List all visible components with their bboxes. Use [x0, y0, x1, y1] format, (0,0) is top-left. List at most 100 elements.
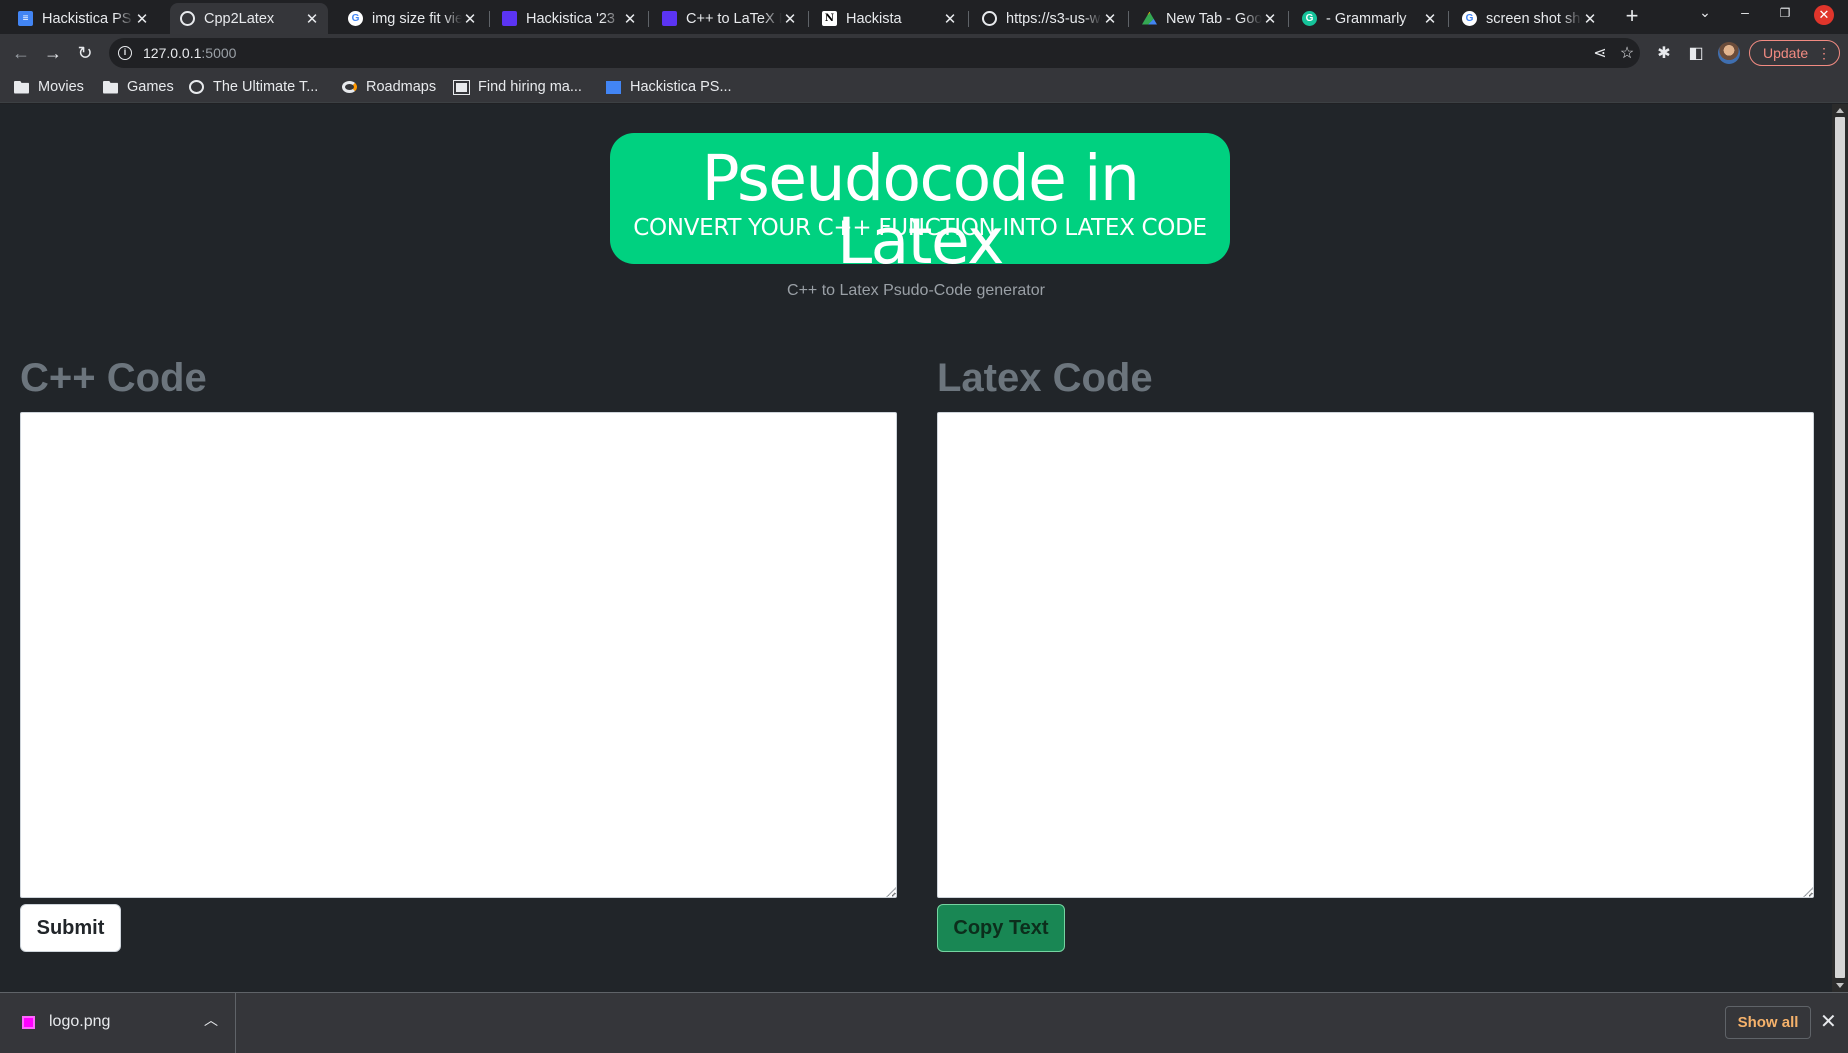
bookmark-label: Games — [127, 79, 174, 95]
extensions-icon[interactable]: ✱ — [1654, 43, 1674, 63]
menu-dots-icon[interactable]: ⋮ — [1817, 41, 1831, 65]
tab-title: Hackista — [846, 10, 902, 27]
bookmark-games[interactable]: Games — [103, 77, 174, 97]
globe-icon — [189, 80, 204, 94]
close-icon[interactable]: ✕ — [1820, 1009, 1837, 1034]
tab-close-icon[interactable]: ✕ — [1102, 10, 1118, 28]
tab-close-icon[interactable]: ✕ — [622, 10, 638, 28]
restore-icon[interactable]: ❐ — [1773, 6, 1797, 20]
tab-s3-url[interactable]: https://s3-us-west ✕ — [972, 3, 1126, 34]
bookmarks-bar: Movies Games The Ultimate T... Roadmaps … — [0, 72, 1848, 103]
tab-hackistica-ps[interactable]: ≡ Hackistica PS Ideas ✕ — [8, 3, 158, 34]
tab-close-icon[interactable]: ✕ — [942, 10, 958, 28]
tab-close-icon[interactable]: ✕ — [304, 10, 320, 28]
download-item[interactable]: logo.png ︿ — [0, 993, 236, 1053]
docs-icon: ≡ — [18, 11, 33, 26]
cpp-code-input[interactable] — [20, 412, 897, 898]
back-icon[interactable]: ← — [9, 41, 33, 65]
tab-google-drive[interactable]: New Tab - Google Drive ✕ — [1132, 3, 1286, 34]
logo-subtitle: CONVERT YOUR C++ FUNCTION INTO LATEX COD… — [633, 215, 1207, 241]
tab-separator — [968, 11, 969, 27]
tab-img-size[interactable]: G img size fit view ✕ — [338, 3, 486, 34]
tab-close-icon[interactable]: ✕ — [1422, 10, 1438, 28]
download-filename: logo.png — [49, 1013, 111, 1030]
tab-cpp2latex[interactable]: Cpp2Latex ✕ — [170, 3, 328, 34]
url-port: :5000 — [201, 45, 237, 61]
tab-title: C++ to LaTeX Pseudocode — [686, 10, 782, 27]
latex-code-output[interactable] — [937, 412, 1814, 898]
scroll-down-icon[interactable] — [1836, 983, 1844, 988]
tab-hackistica-23[interactable]: Hackistica '23 ✕ — [492, 3, 646, 34]
update-button[interactable]: Update ⋮ — [1749, 40, 1840, 66]
tab-close-icon[interactable]: ✕ — [782, 10, 798, 28]
bookmark-label: Roadmaps — [366, 79, 437, 95]
address-bar[interactable]: i 127.0.0.1:5000 ⋖ ☆ — [109, 38, 1640, 68]
hiring-icon — [454, 80, 469, 94]
download-shelf: logo.png ︿ Show all ✕ — [0, 992, 1848, 1053]
drive-icon — [1142, 11, 1157, 25]
tab-separator — [1288, 11, 1289, 27]
folder-icon — [103, 80, 118, 94]
bookmark-hiring[interactable]: Find hiring ma... — [454, 77, 582, 97]
browser-toolbar: ← → ↻ i 127.0.0.1:5000 ⋖ ☆ ✱ ◧ Update ⋮ — [0, 34, 1848, 72]
copy-text-button[interactable]: Copy Text — [937, 904, 1065, 952]
tab-close-icon[interactable]: ✕ — [462, 10, 478, 28]
tab-close-icon[interactable]: ✕ — [134, 10, 150, 28]
tab-grammarly[interactable]: G - Grammarly ✕ — [1292, 3, 1446, 34]
forward-icon[interactable]: → — [41, 41, 65, 65]
tab-title: Hackistica PS Ideas — [42, 10, 134, 27]
tab-separator — [1128, 11, 1129, 27]
bookmark-ultimate[interactable]: The Ultimate T... — [189, 77, 318, 97]
tab-close-icon[interactable]: ✕ — [1262, 10, 1278, 28]
bookmark-label: Find hiring ma... — [478, 79, 582, 95]
tab-cpp-to-latex[interactable]: C++ to LaTeX Pseudocode ✕ — [652, 3, 806, 34]
logo-banner: Pseudocode in Latex CONVERT YOUR C++ FUN… — [610, 133, 1230, 273]
reload-icon[interactable]: ↻ — [73, 41, 97, 65]
cpp-code-heading: C++ Code — [20, 356, 207, 400]
folder-icon — [14, 80, 29, 94]
tab-title: Hackistica '23 — [526, 10, 615, 27]
grammarly-icon: G — [1302, 11, 1317, 26]
scrollbar-thumb[interactable] — [1835, 117, 1845, 978]
tab-title: Cpp2Latex — [204, 10, 275, 27]
google-icon: G — [1462, 11, 1477, 26]
tab-close-icon[interactable]: ✕ — [1582, 10, 1598, 28]
docs-icon — [606, 80, 621, 94]
tab-separator — [1448, 11, 1449, 27]
bookmark-roadmaps[interactable]: Roadmaps — [342, 77, 436, 97]
tab-screenshot[interactable]: G screen shot shortcut ✕ — [1452, 3, 1606, 34]
devfolio-icon — [662, 11, 677, 26]
image-file-icon — [22, 1016, 35, 1029]
chevron-up-icon[interactable]: ︿ — [204, 1010, 218, 1030]
bookmark-label: Movies — [38, 79, 84, 95]
url-host: 127.0.0.1 — [143, 45, 202, 61]
tab-title: screen shot shortcut — [1486, 10, 1582, 27]
logo-title: Pseudocode in Latex — [701, 142, 1140, 278]
tab-hackista[interactable]: N Hackista ✕ — [812, 3, 966, 34]
show-all-button[interactable]: Show all — [1725, 1006, 1811, 1039]
side-panel-icon[interactable]: ◧ — [1686, 43, 1706, 63]
tab-title: New Tab - Google Drive — [1166, 10, 1262, 27]
globe-icon — [982, 11, 997, 26]
bookmark-hackistica-ps[interactable]: Hackistica PS... — [606, 77, 732, 97]
devfolio-icon — [502, 11, 517, 26]
bookmark-movies[interactable]: Movies — [14, 77, 84, 97]
site-info-icon[interactable]: i — [118, 46, 132, 60]
scroll-up-icon[interactable] — [1836, 108, 1844, 113]
new-tab-button[interactable]: + — [1618, 3, 1646, 29]
tab-search-icon[interactable]: ⌄ — [1693, 4, 1717, 21]
bookmark-star-icon[interactable]: ☆ — [1617, 43, 1637, 63]
tab-title: img size fit view — [372, 10, 462, 27]
minimize-icon[interactable]: – — [1733, 4, 1757, 20]
profile-avatar[interactable] — [1718, 42, 1740, 64]
roadmaps-icon — [342, 81, 357, 93]
tab-strip: ≡ Hackistica PS Ideas ✕ Cpp2Latex ✕ G im… — [0, 0, 1848, 34]
page-scrollbar[interactable] — [1832, 104, 1848, 992]
tab-title: - Grammarly — [1326, 10, 1407, 27]
google-icon: G — [348, 11, 363, 26]
submit-button[interactable]: Submit — [20, 904, 121, 952]
close-window-icon[interactable]: ✕ — [1814, 5, 1834, 25]
share-icon[interactable]: ⋖ — [1590, 43, 1610, 63]
tab-separator — [648, 11, 649, 27]
page-content: Pseudocode in Latex CONVERT YOUR C++ FUN… — [0, 104, 1832, 992]
